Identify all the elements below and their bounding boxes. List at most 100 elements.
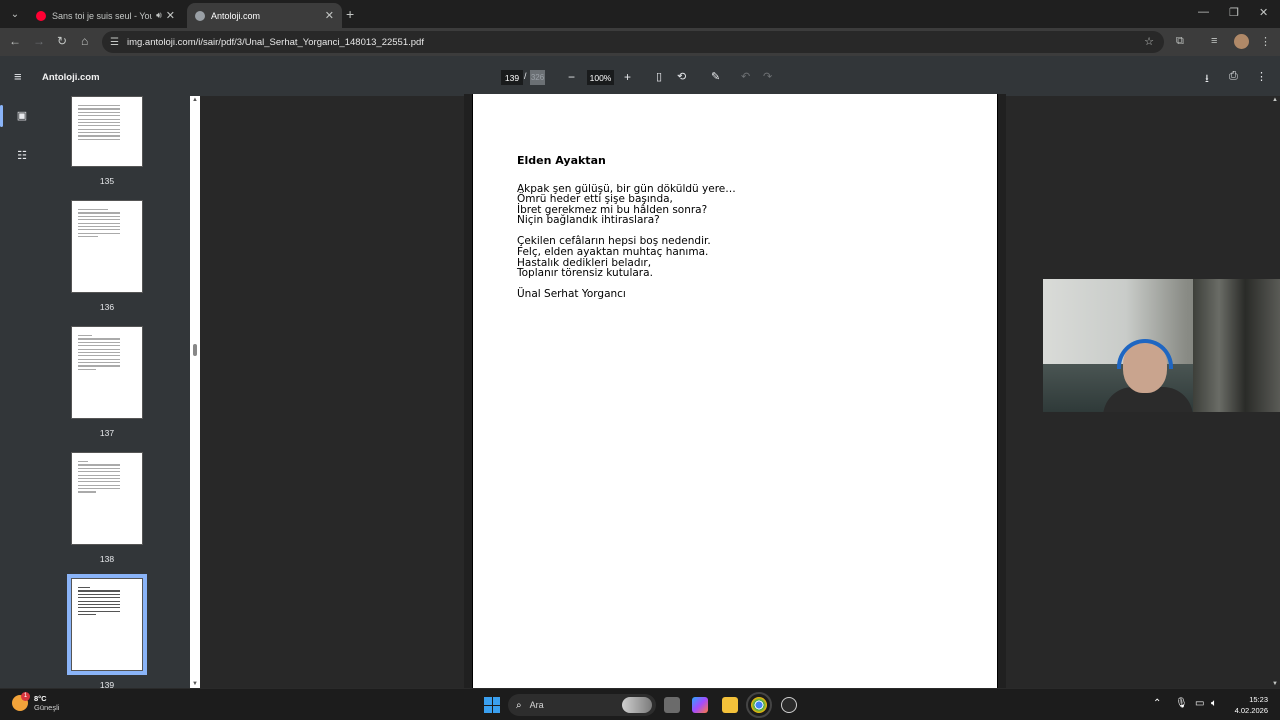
thumbnail-text-lines <box>78 209 120 239</box>
weather-badge: 1 <box>21 692 30 701</box>
home-icon[interactable]: ⌂ <box>81 34 88 48</box>
stanza-1: Akpak şen gülüşü, bir gün döküldü yere… … <box>517 183 736 226</box>
new-tab-icon[interactable]: + <box>346 6 354 22</box>
tab-title: Sans toi je suis seul - YouTube <box>52 10 153 21</box>
weather-desc: Güneşli <box>34 703 60 712</box>
sidebar-scrollbar[interactable]: ▲ ▼ <box>190 96 200 688</box>
poem-author: Ünal Serhat Yorgancı <box>517 288 626 301</box>
thumbnail-label: 135 <box>99 176 115 186</box>
taskbar: 1 8°C Güneşli ⌕ Ara ⌃ 🎙︎ ▭ 🔈︎ 15:23 4.02… <box>0 688 1280 720</box>
tab-title: Antoloji.com <box>211 10 261 21</box>
thumbnail-text-lines <box>78 461 120 495</box>
reload-icon[interactable]: ↻ <box>57 34 67 48</box>
pdf-title: Antoloji.com <box>42 72 100 83</box>
close-window-icon[interactable]: ✕ <box>1259 6 1268 19</box>
extensions-icon[interactable]: ⧉ <box>1176 35 1184 48</box>
poem: Elden Ayaktan Akpak şen gülüşü, bir gün … <box>517 155 736 301</box>
pdf-toolbar: ≡ Antoloji.com 139 / 326 − 100% + ▯ ⟲ ✎ … <box>0 58 1280 96</box>
scroll-up-arrow-icon[interactable]: ▲ <box>1272 97 1278 103</box>
more-options-icon[interactable]: ⋮ <box>1256 70 1267 83</box>
annotate-icon[interactable]: ✎ <box>711 70 720 83</box>
thumbnail-page[interactable] <box>71 452 143 545</box>
globe-icon <box>195 10 205 21</box>
speaker-icon[interactable]: 🔊︎ <box>156 10 162 21</box>
weather-temp: 8°C <box>34 694 47 703</box>
page-total: 326 <box>530 70 545 85</box>
scroll-down-arrow-icon[interactable]: ▼ <box>1272 681 1278 687</box>
thumbnail-page[interactable] <box>71 200 143 293</box>
webcam-overlay <box>1043 279 1280 412</box>
copilot-icon[interactable] <box>692 697 708 713</box>
undo-icon[interactable]: ↶ <box>741 70 750 83</box>
hamburger-menu-icon[interactable]: ≡ <box>14 69 22 84</box>
clock-date: 4.02.2026 <box>1234 706 1268 715</box>
network-icon[interactable]: ▭ <box>1195 698 1204 709</box>
tab-antoloji[interactable]: Antoloji.com ✕ <box>187 3 342 28</box>
clock-app-icon[interactable] <box>781 697 797 713</box>
thumbnail-label: 136 <box>99 302 115 312</box>
system-clock[interactable]: 15:23 4.02.2026 <box>1224 694 1268 716</box>
search-highlight-image <box>622 697 652 713</box>
sidebar-tabs: ▣ ☷ <box>0 96 44 688</box>
taskbar-search[interactable]: ⌕ Ara <box>508 694 656 716</box>
rotate-icon[interactable]: ⟲ <box>677 70 686 83</box>
youtube-icon <box>36 10 46 21</box>
thumbnail-label: 137 <box>99 428 115 438</box>
scroll-down-arrow-icon[interactable]: ▼ <box>192 681 198 687</box>
stanza-2: Çekilen cefâların hepsi boş nedendir. Fe… <box>517 236 736 278</box>
scroll-up-arrow-icon[interactable]: ▲ <box>192 97 198 103</box>
outline-view-icon[interactable]: ☷ <box>12 145 32 165</box>
thumbnail-text-lines <box>78 587 120 617</box>
file-explorer-icon[interactable] <box>722 697 738 713</box>
reading-list-icon[interactable]: ≡ <box>1211 35 1217 47</box>
bookmark-star-icon[interactable]: ☆ <box>1144 35 1154 48</box>
zoom-input[interactable]: 100% <box>587 70 614 85</box>
weather-sun-icon: 1 <box>12 692 30 711</box>
webcam-wardrobe <box>1193 279 1280 412</box>
page-separator: / <box>524 71 527 81</box>
zoom-in-icon[interactable]: + <box>624 70 631 84</box>
windows-start-icon[interactable] <box>484 697 500 713</box>
thumbnail-page-selected[interactable] <box>67 574 147 675</box>
site-info-icon[interactable]: ☰ <box>110 37 119 48</box>
scrollbar-thumb[interactable] <box>193 344 197 356</box>
back-icon[interactable]: ← <box>9 34 21 48</box>
close-tab-icon[interactable]: ✕ <box>325 9 334 22</box>
forward-icon[interactable]: → <box>33 34 45 48</box>
browser-toolbar: ← → ↻ ⌂ ☰ img.antoloji.com/i/sair/pdf/3/… <box>0 28 1280 56</box>
restore-icon[interactable]: ❐ <box>1229 6 1239 19</box>
webcam-headphones <box>1117 339 1173 369</box>
minimize-icon[interactable]: — <box>1198 6 1209 18</box>
chrome-icon[interactable] <box>746 692 772 718</box>
microphone-icon[interactable]: 🎙︎ <box>1175 698 1188 709</box>
tray-chevron-icon[interactable]: ⌃ <box>1153 698 1161 709</box>
download-icon[interactable]: ⭳ <box>1205 70 1209 89</box>
pdf-page: Elden Ayaktan Akpak şen gülüşü, bir gün … <box>464 94 1006 688</box>
clock-time: 15:23 <box>1249 695 1268 704</box>
redo-icon[interactable]: ↷ <box>763 70 772 83</box>
menu-kebab-icon[interactable]: ⋮ <box>1260 35 1271 48</box>
search-icon: ⌕ <box>516 699 522 711</box>
address-bar[interactable]: ☰ img.antoloji.com/i/sair/pdf/3/Unal_Ser… <box>102 31 1164 53</box>
thumbnail-page[interactable] <box>71 96 143 167</box>
zoom-out-icon[interactable]: − <box>568 70 575 84</box>
print-icon[interactable]: ⎙ <box>1229 70 1238 83</box>
thumbnails-view-icon[interactable]: ▣ <box>0 105 32 127</box>
thumbnail-text-lines <box>78 105 120 142</box>
url-text: img.antoloji.com/i/sair/pdf/3/Unal_Serha… <box>126 36 424 48</box>
thumbnail-text-lines <box>78 335 120 372</box>
thumbnail-page[interactable] <box>71 326 143 419</box>
thumbnail-label: 138 <box>99 554 115 564</box>
tab-strip: ⌄ Sans toi je suis seul - YouTube 🔊︎ ✕ A… <box>0 0 1280 28</box>
tab-youtube[interactable]: Sans toi je suis seul - YouTube 🔊︎ ✕ <box>28 3 183 28</box>
page-number-input[interactable]: 139 <box>501 70 523 85</box>
poem-line: Toplanır törensiz kutulara. <box>517 267 653 280</box>
search-placeholder: Ara <box>529 700 544 710</box>
fit-page-icon[interactable]: ▯ <box>656 70 662 83</box>
volume-icon[interactable]: 🔈︎ <box>1211 698 1217 709</box>
tab-search-chevron-icon[interactable]: ⌄ <box>6 5 24 23</box>
profile-avatar[interactable] <box>1234 34 1249 49</box>
close-tab-icon[interactable]: ✕ <box>166 9 175 22</box>
task-view-icon[interactable] <box>664 697 680 713</box>
weather-widget[interactable]: 1 8°C Güneşli <box>12 692 60 712</box>
